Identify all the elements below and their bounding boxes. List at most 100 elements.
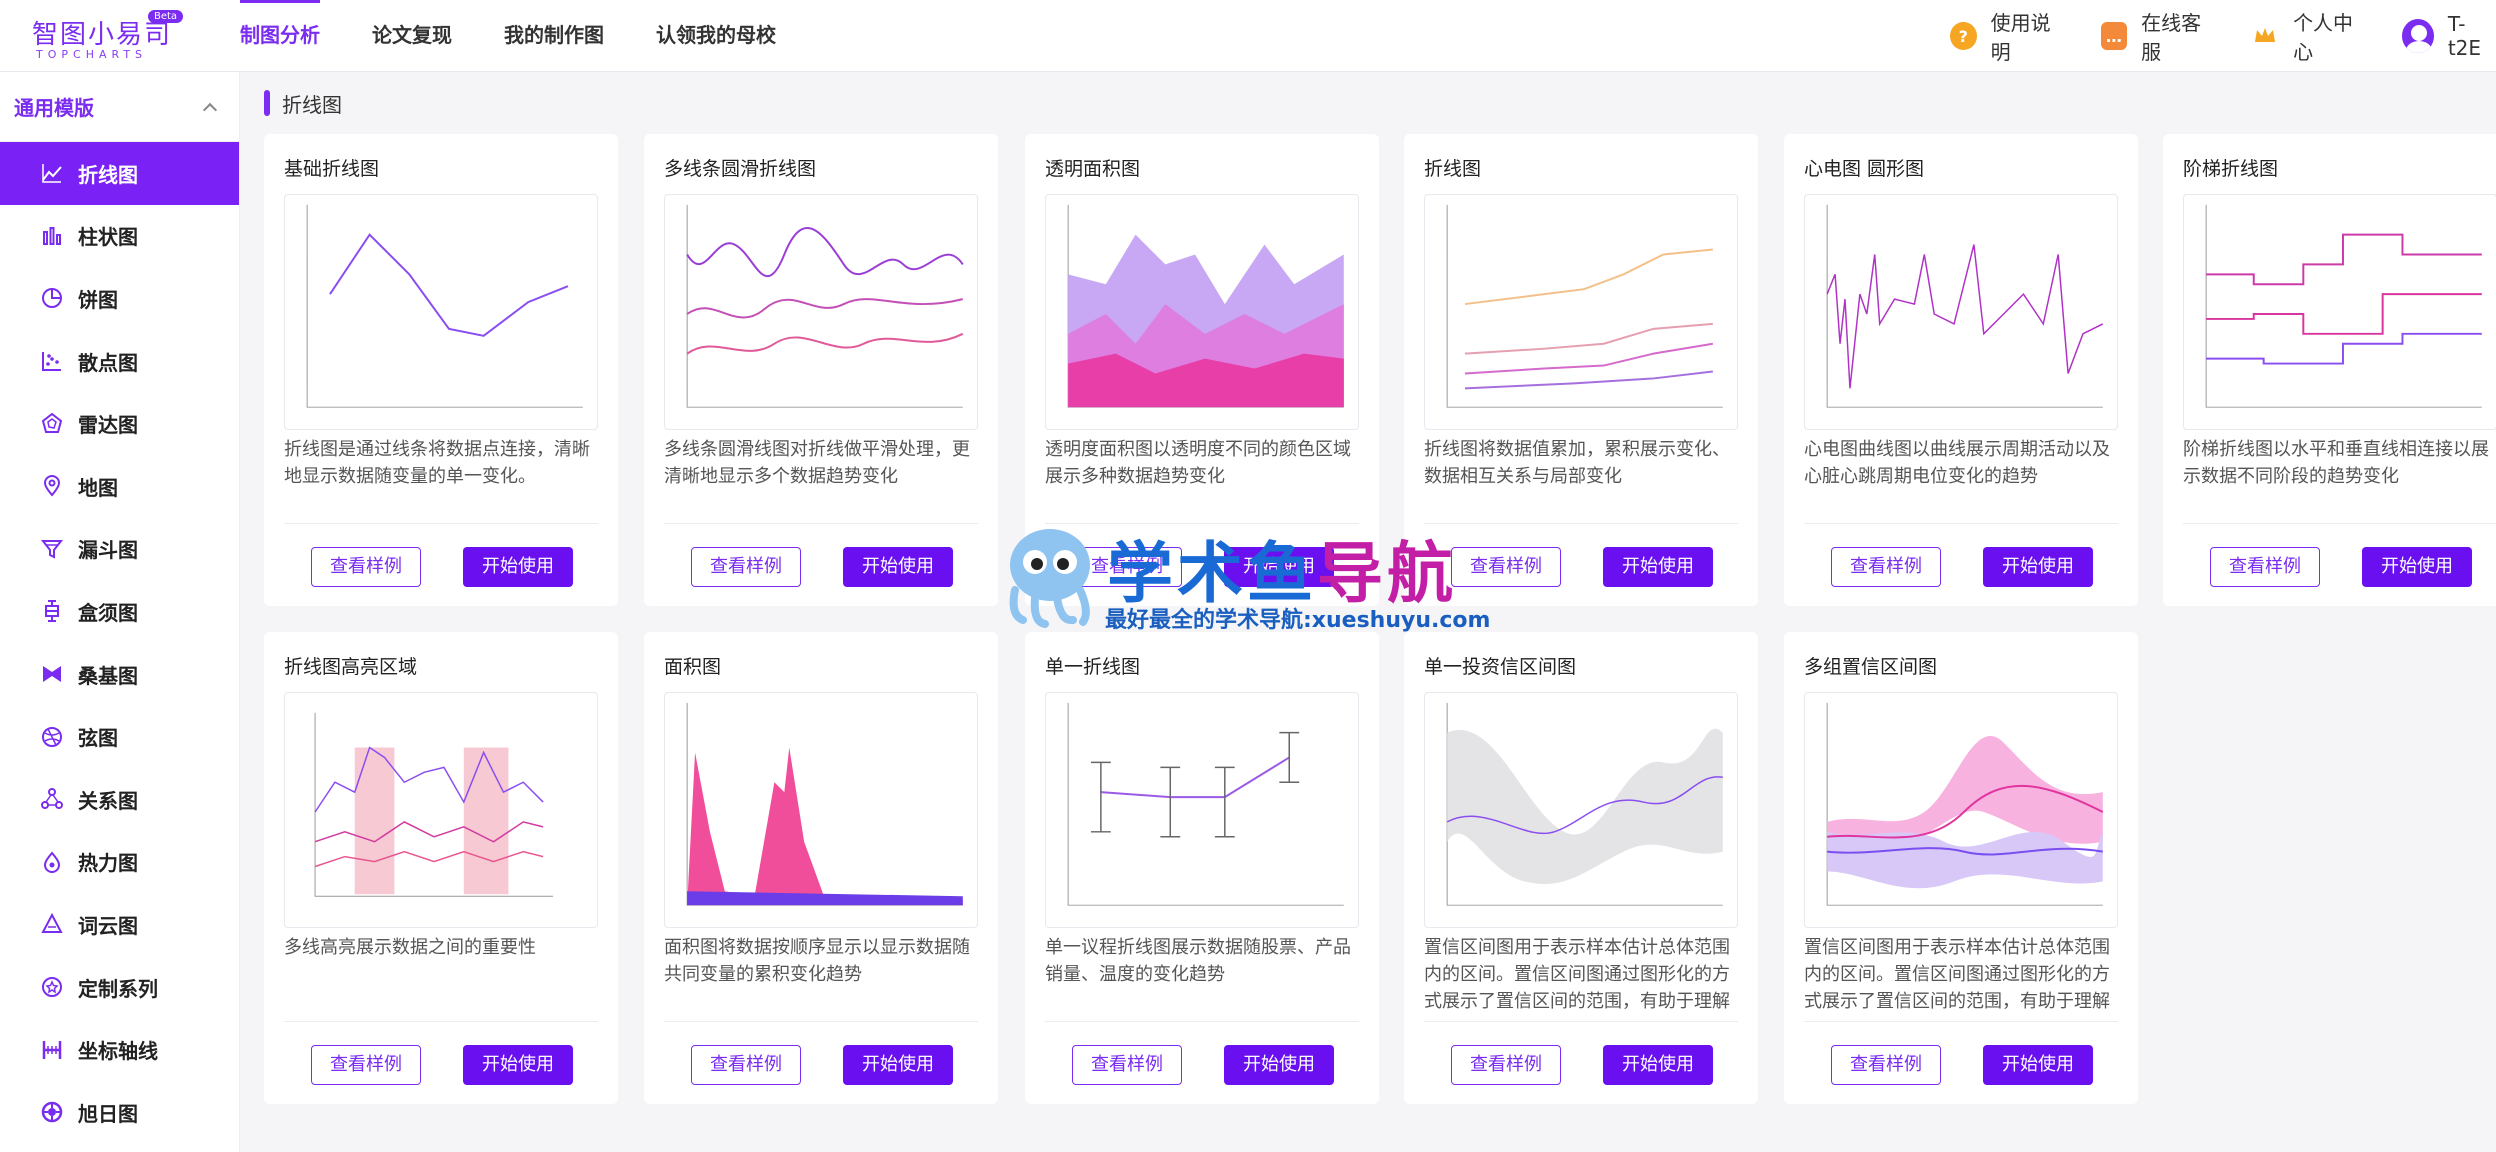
card-title: 阶梯折线图 <box>2183 158 2279 180</box>
sidebar-item-label: 弦图 <box>78 726 118 751</box>
radar-icon <box>41 412 63 433</box>
personal-center-button[interactable]: 个人中心 <box>2251 7 2368 65</box>
template-card[interactable]: 心电图 圆形图心电图曲线图以曲线展示周期活动以及心脏心跳周期电位变化的趋势查看样… <box>1784 134 2138 606</box>
service-button[interactable]: … 在线客服 <box>2100 7 2218 65</box>
sidebar-item-axis[interactable]: 坐标轴线 <box>0 1018 239 1081</box>
user-menu[interactable]: T-t2E <box>2401 12 2496 60</box>
main-nav: 制图分析 论文复现 我的制作图 认领我的母校 <box>240 0 828 72</box>
sidebar-item-wordcloud[interactable]: 词云图 <box>0 893 239 956</box>
card-thumbnail[interactable] <box>1424 692 1738 928</box>
sidebar-item-label: 桑基图 <box>78 663 138 688</box>
view-example-button[interactable]: 查看样例 <box>1831 1045 1941 1085</box>
template-card[interactable]: 单一折线图 单一议程折线图展示数据随股票、产品销量、温度的变化趋势 查看样例 开始使用 <box>1025 632 1379 1104</box>
card-description: 心电图曲线图以曲线展示周期活动以及心脏心跳周期电位变化的趋势 <box>1804 439 2110 487</box>
start-using-button[interactable]: 开始使用 <box>1224 1045 1334 1085</box>
card-title: 单一投资信区间图 <box>1424 656 1577 678</box>
template-card[interactable]: 单一投资信区间图置信区间图用于表示样本估计总体范围内的区间。置信区间图通过图形化… <box>1404 632 1758 1104</box>
sidebar-item-label: 散点图 <box>78 350 138 375</box>
start-using-button[interactable]: 开始使用 <box>1983 547 2093 587</box>
template-card[interactable]: 面积图 面积图将数据按顺序显示以显示数据随共同变量的累积变化趋势 查看样例 开始使用 <box>644 632 998 1104</box>
view-example-button[interactable]: 查看样例 <box>2210 547 2320 587</box>
sidebar: 通用模版 折线图柱状图饼图散点图雷达图地图 漏斗图 盒须图桑基图弦图关系图 热力图 词云… <box>0 72 240 1152</box>
start-using-button[interactable]: 开始使用 <box>2362 547 2472 587</box>
funnel-icon <box>40 539 64 559</box>
chevron-up-icon <box>202 102 218 117</box>
card-description: 面积图将数据按顺序显示以显示数据随共同变量的累积变化趋势 <box>664 937 970 985</box>
card-title: 心电图 圆形图 <box>1804 158 1925 180</box>
card-thumbnail[interactable] <box>1424 194 1738 430</box>
card-title: 多组置信区间图 <box>1804 656 1938 678</box>
start-using-button[interactable]: 开始使用 <box>1983 1045 2093 1085</box>
card-thumbnail[interactable] <box>2183 194 2496 430</box>
card-thumbnail[interactable] <box>1804 692 2118 928</box>
crown-icon <box>2251 22 2279 50</box>
sidebar-item-label: 柱状图 <box>78 225 138 250</box>
logo-subtitle: TOPCHARTS <box>36 48 148 61</box>
card-thumbnail[interactable] <box>1045 692 1359 928</box>
template-card[interactable]: 多线条圆滑折线图 多线条圆滑线图对折线做平滑处理，更清晰地显示多个数据趋势变化 查看… <box>644 134 998 606</box>
card-thumbnail[interactable] <box>664 194 978 430</box>
card-description: 置信区间图用于表示样本估计总体范围内的区间。置信区间图通过图形化的方式展示了置信… <box>1804 937 2110 1012</box>
sankey-icon <box>43 666 61 683</box>
nav-claim-school[interactable]: 认领我的母校 <box>656 0 776 72</box>
view-example-button[interactable]: 查看样例 <box>1831 547 1941 587</box>
card-description: 置信区间图用于表示样本估计总体范围内的区间。置信区间图通过图形化的方式展示了置信… <box>1424 937 1730 1012</box>
card-divider <box>284 1021 598 1022</box>
view-example-button[interactable]: 查看样例 <box>1451 1045 1561 1085</box>
sidebar-item-line-chart[interactable]: 折线图 <box>0 142 239 205</box>
boxplot-icon <box>45 600 59 623</box>
card-divider <box>1804 1021 2118 1022</box>
template-card[interactable]: 折线图高亮区域 多线高亮展示数据之间的重要性 查看样例 开始使用 <box>264 632 618 1104</box>
card-thumbnail[interactable] <box>284 692 598 928</box>
chart-preview-image <box>1826 702 2104 906</box>
nav-my-charts[interactable]: 我的制作图 <box>504 0 604 72</box>
sidebar-item-graph[interactable]: 关系图 <box>0 768 239 831</box>
sidebar-item-sankey[interactable]: 桑基图 <box>0 643 239 706</box>
sidebar-item-heatmap[interactable]: 热力图 <box>0 831 239 894</box>
sidebar-item-custom[interactable]: 定制系列 <box>0 956 239 1019</box>
start-using-button[interactable]: 开始使用 <box>1603 1045 1713 1085</box>
start-using-button[interactable]: 开始使用 <box>843 547 953 587</box>
nav-chart-analysis[interactable]: 制图分析 <box>240 0 320 72</box>
card-thumbnail[interactable] <box>664 692 978 928</box>
view-example-button[interactable]: 查看样例 <box>691 547 801 587</box>
sidebar-item-pie-chart[interactable]: 饼图 <box>0 267 239 330</box>
card-description: 单一议程折线图展示数据随股票、产品销量、温度的变化趋势 <box>1045 937 1351 985</box>
card-thumbnail[interactable] <box>284 194 598 430</box>
sidebar-item-bar-chart[interactable]: 柱状图 <box>0 205 239 268</box>
view-example-button[interactable]: 查看样例 <box>311 1045 421 1085</box>
view-example-button[interactable]: 查看样例 <box>691 1045 801 1085</box>
template-card[interactable]: 基础折线图 折线图是通过线条将数据点连接，清晰地显示数据随变量的单一变化。 查看样例… <box>264 134 618 606</box>
view-example-button[interactable]: 查看样例 <box>1072 1045 1182 1085</box>
sidebar-item-sunburst[interactable]: 旭日图 <box>0 1081 239 1144</box>
nav-paper-reproduce[interactable]: 论文复现 <box>372 0 452 72</box>
template-card[interactable]: 多组置信区间图置信区间图用于表示样本估计总体范围内的区间。置信区间图通过图形化的… <box>1784 632 2138 1104</box>
username: T-t2E <box>2447 12 2482 60</box>
sidebar-item-scatter[interactable]: 散点图 <box>0 330 239 393</box>
chart-preview-image <box>1446 204 1723 408</box>
start-using-button[interactable]: 开始使用 <box>1603 547 1713 587</box>
view-example-button[interactable]: 查看样例 <box>311 547 421 587</box>
sidebar-item-chord[interactable]: 弦图 <box>0 705 239 768</box>
sidebar-item-radar[interactable]: 雷达图 <box>0 392 239 455</box>
card-divider <box>664 1021 978 1022</box>
sidebar-item-label: 定制系列 <box>78 976 158 1001</box>
sidebar-item-boxplot[interactable]: 盒须图 <box>0 580 239 643</box>
avatar <box>2401 19 2434 53</box>
logo[interactable]: 智图小易司 Beta TOPCHARTS <box>30 10 190 64</box>
sunburst-icon <box>41 1101 63 1123</box>
start-using-button[interactable]: 开始使用 <box>843 1045 953 1085</box>
sidebar-item-label: 雷达图 <box>78 413 138 438</box>
sidebar-group-header[interactable]: 通用模版 <box>0 72 239 142</box>
chart-preview-image <box>686 702 963 906</box>
sidebar-item-map-pin[interactable]: 地图 <box>0 455 239 518</box>
start-using-button[interactable]: 开始使用 <box>463 547 573 587</box>
start-using-button[interactable]: 开始使用 <box>463 1045 573 1085</box>
template-card[interactable]: 阶梯折线图 阶梯折线图以水平和垂直线相连接以展示数据不同阶段的趋势变化 查看样例 开始… <box>2163 134 2496 606</box>
section-marker <box>264 90 270 116</box>
card-thumbnail[interactable] <box>1045 194 1359 430</box>
custom-icon <box>42 977 62 998</box>
card-thumbnail[interactable] <box>1804 194 2118 430</box>
sidebar-item-funnel[interactable]: 漏斗图 <box>0 518 239 581</box>
help-button[interactable]: ? 使用说明 <box>1950 7 2067 65</box>
